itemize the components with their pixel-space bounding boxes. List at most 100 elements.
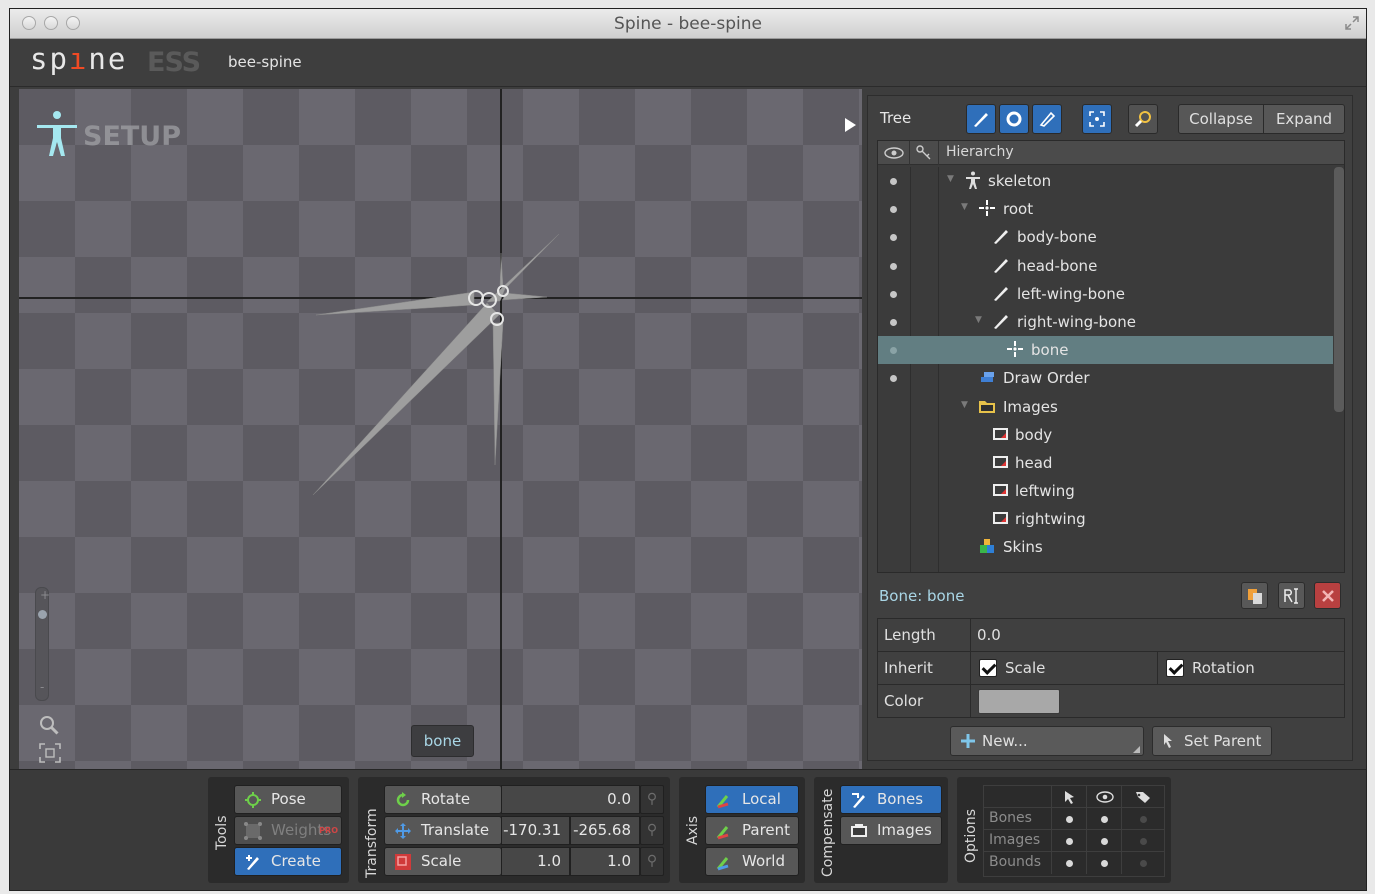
- visibility-dot[interactable]: [890, 290, 897, 298]
- magnifier-icon[interactable]: [39, 715, 59, 735]
- bone-icon: [994, 286, 1008, 301]
- filter-bones-button[interactable]: [966, 104, 996, 134]
- collapse-button[interactable]: Collapse: [1178, 104, 1264, 134]
- axis-parent-button[interactable]: Parent: [705, 816, 799, 845]
- expand-arrow-icon[interactable]: ▼: [975, 315, 982, 325]
- length-field[interactable]: 0.0: [970, 619, 1345, 652]
- tree-row-left-wing-bone[interactable]: left-wing-bone: [878, 280, 1333, 308]
- inherit-scale-checkbox[interactable]: [979, 659, 997, 677]
- zoom-slider-handle[interactable]: [38, 610, 47, 619]
- rotate-link-icon[interactable]: ⚲: [640, 785, 664, 814]
- filter-attachments-button[interactable]: [1032, 104, 1062, 134]
- tree-row-bone[interactable]: bone: [878, 336, 1333, 365]
- new-dropdown-button[interactable]: New...: [950, 726, 1144, 756]
- image-icon: [993, 512, 1008, 525]
- tree-row-image-rightwing[interactable]: rightwing: [878, 505, 1333, 533]
- keyable-column-header[interactable]: [910, 141, 939, 165]
- search-tree-button[interactable]: [1128, 104, 1158, 134]
- filter-slots-button[interactable]: [999, 104, 1029, 134]
- compensate-bones-button[interactable]: Bones: [840, 785, 942, 814]
- spine-logo: spıne: [30, 42, 128, 76]
- images-names-toggle[interactable]: [1140, 838, 1147, 845]
- bones-visible-toggle[interactable]: [1101, 816, 1108, 823]
- editor-viewport[interactable]: SETUP + - bone: [19, 89, 862, 769]
- selected-bone-tooltip: bone: [411, 725, 474, 757]
- visibility-dot[interactable]: [890, 178, 897, 185]
- images-select-toggle[interactable]: [1066, 838, 1073, 845]
- axis-world-button[interactable]: World: [705, 847, 799, 876]
- scale-label: Scale: [421, 852, 462, 870]
- set-parent-button[interactable]: Set Parent: [1152, 726, 1272, 756]
- visible-column-header[interactable]: [1087, 786, 1122, 808]
- scale-x-field[interactable]: 1.0: [501, 847, 570, 876]
- tree-row-skins[interactable]: Skins: [878, 533, 1333, 561]
- translate-x-field[interactable]: -170.31: [501, 816, 570, 845]
- bone-properties: Length 0.0 Inherit Scale Rotation Color: [877, 618, 1345, 718]
- tree-row-body-bone[interactable]: body-bone: [878, 223, 1333, 251]
- transform-label: Transform: [364, 808, 380, 878]
- rotate-button[interactable]: Rotate: [384, 785, 502, 814]
- create-tool-button[interactable]: Create: [234, 847, 342, 876]
- rename-bone-button[interactable]: [1278, 582, 1305, 609]
- scale-link-icon[interactable]: ⚲: [640, 847, 664, 876]
- pose-tool-button[interactable]: Pose: [234, 785, 342, 814]
- compensate-images-button[interactable]: Images: [840, 816, 942, 845]
- tree-row-head-bone[interactable]: head-bone: [878, 252, 1333, 280]
- tree-row-root[interactable]: ▼ root: [878, 195, 1333, 223]
- tree-row-label: rightwing: [1015, 510, 1086, 529]
- translate-button[interactable]: Translate: [384, 816, 502, 845]
- key-icon: [916, 145, 931, 160]
- tree-row-image-head[interactable]: head: [878, 449, 1333, 477]
- tree-row-right-wing-bone[interactable]: ▼ right-wing-bone: [878, 308, 1333, 336]
- visibility-dot[interactable]: [890, 347, 897, 355]
- visibility-column-header[interactable]: [878, 141, 910, 165]
- delete-bone-button[interactable]: [1314, 582, 1341, 609]
- tree-scrollbar[interactable]: [1334, 167, 1344, 412]
- bounds-names-toggle[interactable]: [1140, 860, 1147, 867]
- scale-y-field[interactable]: 1.0: [570, 847, 640, 876]
- expand-arrow-icon[interactable]: ▼: [961, 400, 968, 410]
- translate-link-icon[interactable]: ⚲: [640, 816, 664, 845]
- translate-y-field[interactable]: -265.68: [570, 816, 640, 845]
- visibility-dot[interactable]: [890, 375, 897, 383]
- bone-icon: [994, 258, 1008, 273]
- axis-local-button[interactable]: Local: [705, 785, 799, 814]
- visibility-dot[interactable]: [890, 206, 897, 214]
- zoom-slider[interactable]: + -: [35, 587, 50, 701]
- skeleton-icon: [966, 171, 980, 189]
- transform-group: Transform Rotate 0.0 ⚲ Translate -170.31…: [358, 777, 670, 883]
- bounds-visible-toggle[interactable]: [1101, 860, 1108, 867]
- play-icon[interactable]: [845, 118, 856, 132]
- tree-row-image-body[interactable]: body: [878, 421, 1333, 449]
- setup-mode-icon: [37, 111, 77, 156]
- rotate-value-field[interactable]: 0.0: [501, 785, 640, 814]
- bones-names-toggle[interactable]: [1140, 816, 1147, 823]
- visibility-dot[interactable]: [890, 234, 897, 242]
- inherit-rotation-checkbox[interactable]: [1166, 659, 1184, 677]
- bounds-select-toggle[interactable]: [1066, 860, 1073, 867]
- scale-button[interactable]: Scale: [384, 847, 502, 876]
- images-visible-toggle[interactable]: [1101, 838, 1108, 845]
- fit-view-icon[interactable]: [39, 743, 61, 763]
- focus-selection-button[interactable]: [1082, 104, 1112, 134]
- expand-button[interactable]: Expand: [1263, 104, 1345, 134]
- tree-row-skeleton[interactable]: ▼ skeleton: [878, 167, 1333, 195]
- bone-color-swatch[interactable]: [978, 689, 1060, 714]
- expand-arrow-icon[interactable]: ▼: [947, 174, 954, 184]
- weights-tool-button[interactable]: Weights PRO: [234, 816, 342, 845]
- expand-arrow-icon[interactable]: ▼: [961, 202, 968, 212]
- image-icon: [993, 484, 1008, 497]
- visibility-dot[interactable]: [890, 262, 897, 270]
- fullscreen-icon[interactable]: [1344, 15, 1360, 31]
- hierarchy-tree[interactable]: Hierarchy ▼ skeleton ▼ root body-bone he…: [877, 140, 1345, 573]
- skins-icon: [980, 539, 994, 554]
- select-column-header[interactable]: [1052, 786, 1087, 808]
- duplicate-bone-button[interactable]: [1241, 582, 1268, 609]
- tree-row-images[interactable]: ▼ Images: [878, 393, 1333, 421]
- plus-icon: [961, 734, 975, 748]
- bones-select-toggle[interactable]: [1066, 816, 1073, 823]
- names-column-header[interactable]: [1122, 786, 1165, 808]
- visibility-dot[interactable]: [890, 318, 897, 326]
- tree-row-image-leftwing[interactable]: leftwing: [878, 477, 1333, 505]
- tree-row-draw-order[interactable]: Draw Order: [878, 364, 1333, 392]
